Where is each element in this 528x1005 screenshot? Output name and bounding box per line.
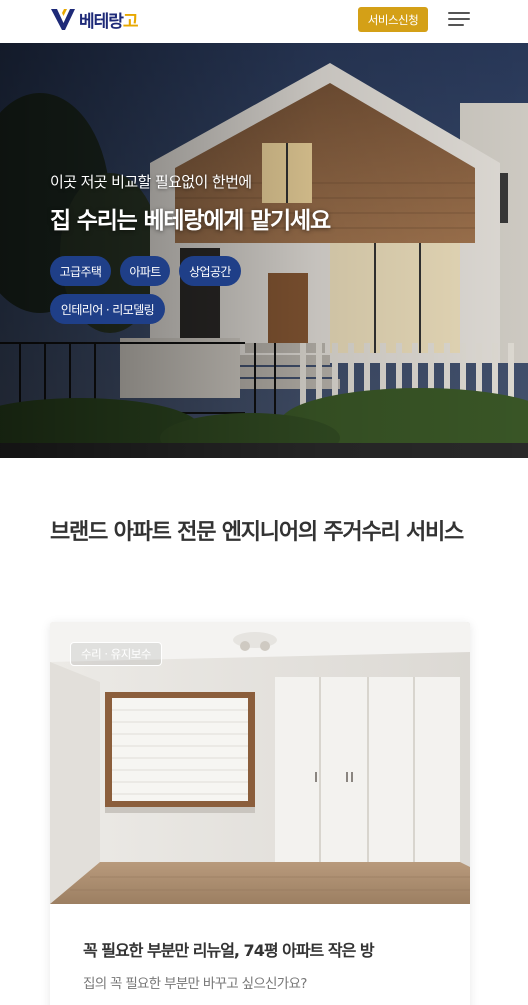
site-header: 베테랑고 서비스신청 — [0, 0, 528, 43]
service-request-button[interactable]: 서비스신청 — [358, 7, 428, 32]
chip-interior-remodeling[interactable]: 인테리어 · 리모델링 — [50, 294, 165, 324]
section-title: 브랜드 아파트 전문 엔지니어의 주거수리 서비스 — [50, 520, 464, 545]
logo-v-icon — [51, 9, 75, 30]
card-description: 집의 꼭 필요한 부분만 바꾸고 싶으신가요? — [83, 976, 307, 992]
logo-text: 베테랑고 — [79, 11, 139, 32]
hero-banner: 이곳 저곳 비교할 필요없이 한번에 집 수리는 베테랑에게 맡기세요 고급주택… — [0, 43, 528, 458]
hero-subtitle: 이곳 저곳 비교할 필요없이 한번에 — [50, 173, 252, 191]
chip-apartment[interactable]: 아파트 — [120, 256, 170, 286]
chip-luxury-house[interactable]: 고급주택 — [50, 256, 111, 286]
chip-commercial-space[interactable]: 상업공간 — [179, 256, 241, 286]
service-card[interactable]: 수리 · 유지보수 꼭 필요한 부분만 리뉴얼, 74평 아파트 작은 방 집의… — [50, 622, 470, 1005]
card-title[interactable]: 꼭 필요한 부분만 리뉴얼, 74평 아파트 작은 방 — [83, 937, 375, 961]
brand-logo[interactable]: 베테랑고 — [50, 7, 139, 32]
category-badge: 수리 · 유지보수 — [70, 642, 162, 666]
hamburger-menu-icon[interactable] — [448, 12, 470, 27]
hero-house-image — [0, 43, 528, 458]
hero-title: 집 수리는 베테랑에게 맡기세요 — [50, 208, 331, 234]
